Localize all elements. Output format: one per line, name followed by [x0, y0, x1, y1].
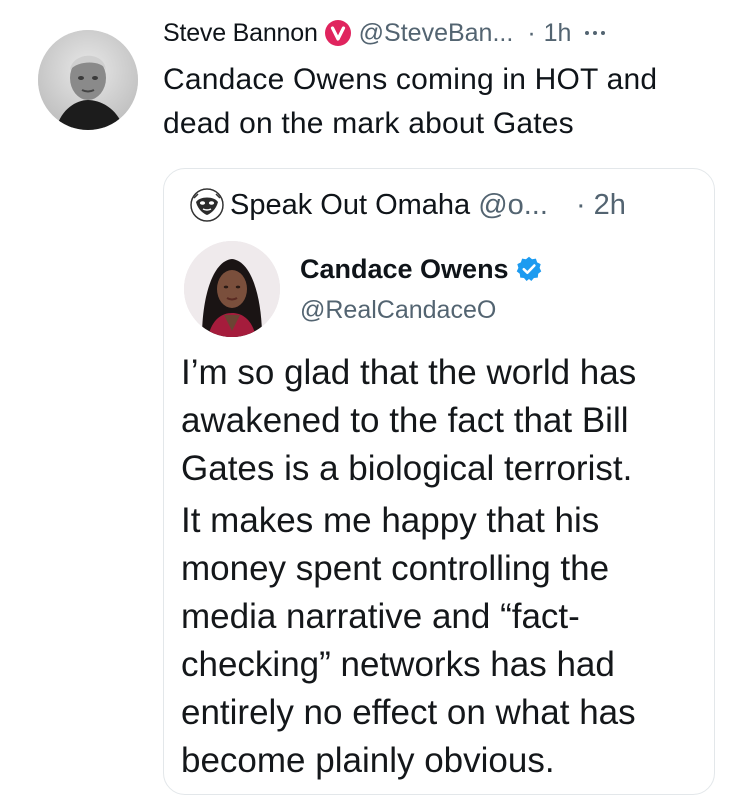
quoted-author-handle[interactable]: @o...	[478, 189, 548, 222]
author-name[interactable]: Steve Bannon	[163, 16, 318, 50]
tweet-timestamp[interactable]: 1h	[544, 16, 572, 50]
author-handle[interactable]: @SteveBan...	[359, 16, 514, 50]
embedded-author-avatar	[184, 241, 280, 337]
author-photo	[38, 30, 138, 130]
author-avatar[interactable]	[38, 30, 138, 130]
quoted-author-name[interactable]: Speak Out Omaha	[230, 189, 470, 222]
quoted-tweet-header: Speak Out Omaha @o... · 2h	[190, 187, 626, 223]
tweet-header: Steve Bannon @SteveBan... · 1h	[163, 16, 606, 50]
quoted-tweet-card[interactable]: Speak Out Omaha @o... · 2h Candace Owens	[163, 168, 715, 795]
mask-logo-icon	[190, 188, 224, 222]
embedded-paragraph: I’m so glad that the world has awakened …	[181, 353, 637, 488]
embedded-paragraph: It makes me happy that his money spent c…	[181, 501, 636, 780]
quoted-tweet-timestamp[interactable]: 2h	[594, 189, 626, 222]
verified-red-icon	[324, 20, 351, 46]
quoted-author-avatar[interactable]	[190, 188, 224, 222]
separator-dot: ·	[575, 188, 586, 221]
embedded-tweet-text: I’m so glad that the world has awakened …	[181, 349, 701, 789]
verified-blue-icon	[515, 255, 543, 283]
embedded-author-name-row: Candace Owens	[300, 252, 543, 286]
tweet-card: Steve Bannon @SteveBan... · 1h Candace O…	[0, 0, 750, 811]
embedded-author-handle: @RealCandaceO	[300, 296, 497, 324]
more-dots-icon[interactable]	[585, 31, 606, 35]
tweet-text: Candace Owens coming in HOT and dead on …	[163, 63, 658, 140]
separator-dot: ·	[527, 19, 536, 47]
embedded-author-photo	[184, 241, 280, 337]
embedded-author-name: Candace Owens	[300, 253, 509, 284]
